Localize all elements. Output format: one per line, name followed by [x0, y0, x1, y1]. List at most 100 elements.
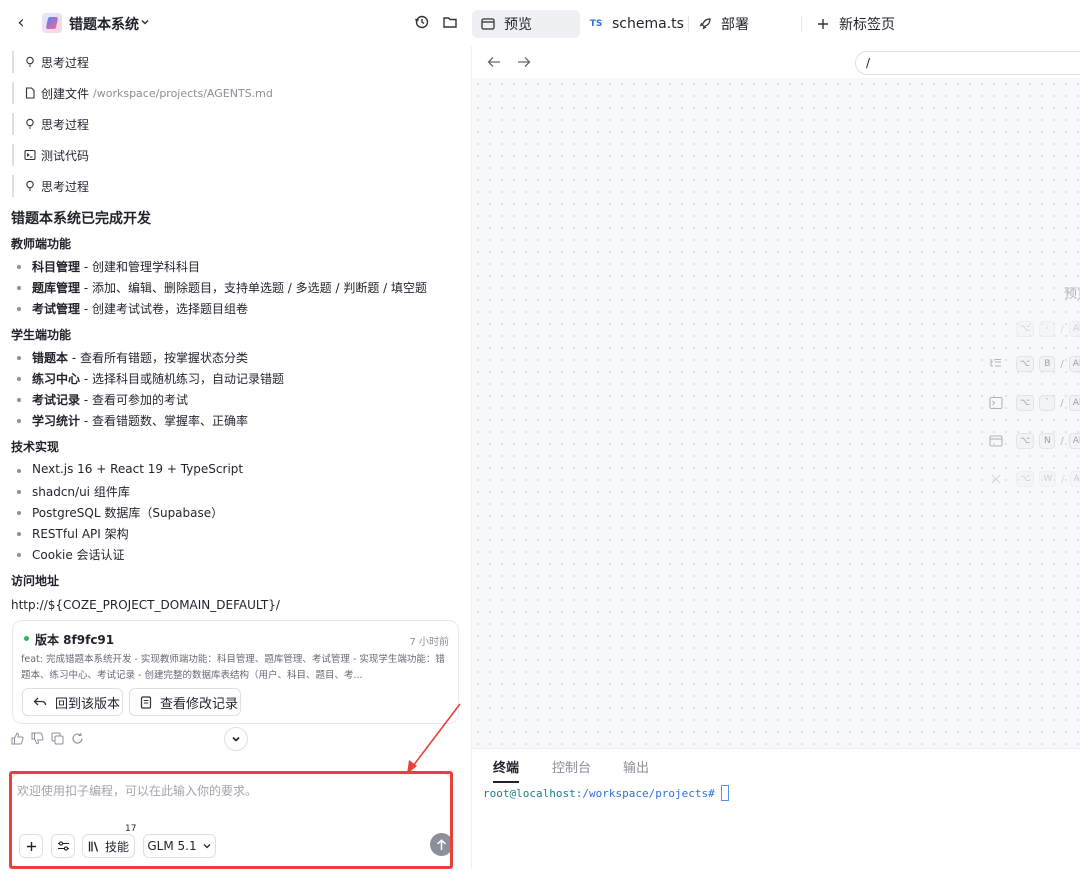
shortcut-row: ⌥B/Al [989, 356, 1080, 372]
preview-placeholder-label: 预览 [1064, 287, 1080, 302]
add-attachment-button[interactable] [19, 834, 43, 858]
section-heading: 技术实现 [11, 440, 60, 454]
lightbulb-icon [24, 180, 36, 192]
tab-console[interactable]: 控制台 [552, 757, 591, 776]
terminal-panel: 终端 控制台 输出 root@localhost:/workspace/proj… [472, 748, 1080, 869]
address-bar[interactable]: / [855, 51, 1080, 75]
plus-icon [26, 841, 36, 851]
list-item: 考试记录 - 查看可参加的考试 [17, 391, 188, 408]
feedback-row [11, 732, 85, 746]
settings-toggle-button[interactable] [51, 834, 75, 858]
folder-icon[interactable] [442, 14, 458, 30]
status-dot [24, 636, 29, 641]
terminal-icon [24, 149, 36, 161]
thumbs-up-icon[interactable] [11, 732, 25, 746]
step-thinking[interactable]: 思考过程 [12, 113, 89, 135]
step-thinking[interactable]: 思考过程 [12, 51, 89, 73]
preview-window-icon [480, 16, 496, 32]
section-heading: 教师端功能 [11, 237, 72, 251]
tab-label: 新标签页 [839, 17, 895, 33]
top-bar: ‹ 错题本系统 预览 TS schema.ts 部署 新标签页 [0, 0, 1080, 46]
terminal-prompt-line[interactable]: root@localhost:/workspace/projects# [483, 785, 729, 801]
nav-forward-button[interactable] [515, 53, 533, 71]
copy-icon[interactable] [51, 732, 65, 746]
sliders-icon [57, 841, 69, 851]
preview-canvas: 预览 ⌥·/Al ⌥B/Al ⌥`/Al ⌥N/Al ⌥W/Al [472, 78, 1080, 748]
tab-preview[interactable]: 预览 [472, 10, 580, 38]
lightbulb-icon [24, 118, 36, 130]
step-test-code[interactable]: 测试代码 [12, 144, 89, 166]
close-icon [989, 472, 1003, 486]
list-item: Cookie 会话认证 [17, 546, 125, 563]
model-select[interactable]: GLM 5.1 [143, 834, 216, 858]
version-description: feat: 完成错题本系统开发 - 实现教师端功能：科目管理、题库管理、考试管理… [21, 654, 445, 681]
chat-input[interactable] [17, 782, 447, 822]
tab-output[interactable]: 输出 [623, 757, 649, 776]
history-icon[interactable] [414, 14, 430, 30]
tab-schema[interactable]: TS schema.ts [588, 10, 684, 38]
list-item: shadcn/ui 组件库 [17, 483, 130, 500]
list-tree-icon [989, 357, 1003, 371]
pointer-icon [989, 322, 1003, 336]
app-logo [42, 13, 62, 33]
arrow-up-icon [436, 838, 447, 850]
scroll-to-bottom-button[interactable] [224, 727, 248, 751]
list-item: 科目管理 - 创建和管理学科科目 [17, 258, 200, 275]
tab-label: 预览 [504, 17, 532, 33]
skills-button[interactable]: 技能 [82, 834, 135, 858]
tab-new[interactable]: 新标签页 [815, 10, 895, 38]
section-heading: 访问地址 [11, 574, 60, 588]
list-item: 学习统计 - 查看错题数、掌握率、正确率 [17, 412, 248, 429]
list-item: PostgreSQL 数据库（Supabase） [17, 504, 223, 521]
step-file-path: /workspace/projects/AGENTS.md [93, 86, 273, 100]
chat-panel: 思考过程 创建文件 /workspace/projects/AGENTS.md … [0, 46, 467, 869]
back-chevron-icon[interactable]: ‹ [12, 12, 30, 34]
send-button[interactable] [430, 833, 453, 856]
window-icon [989, 434, 1003, 448]
version-time: 7 小时前 [409, 637, 449, 648]
lightbulb-icon [24, 56, 36, 68]
shortcut-row: ⌥`/Al [989, 395, 1080, 411]
preview-panel: / 预览 ⌥·/Al ⌥B/Al ⌥`/Al ⌥N/Al ⌥W/Al 终端 控制… [471, 46, 1080, 869]
file-icon [24, 87, 36, 99]
tab-terminal[interactable]: 终端 [493, 757, 520, 783]
terminal-icon [989, 396, 1003, 410]
list-item: 考试管理 - 创建考试试卷，选择题目组卷 [17, 300, 248, 317]
shortcut-row: ⌥N/Al [989, 433, 1080, 449]
terminal-cursor [720, 785, 729, 801]
list-item: 练习中心 - 选择科目或随机练习，自动记录错题 [17, 370, 284, 387]
tab-deploy[interactable]: 部署 [697, 10, 749, 38]
revert-version-button[interactable]: 回到该版本 [22, 688, 123, 716]
list-item: Next.js 16 + React 19 + TypeScript [17, 462, 243, 476]
list-item: 题库管理 - 添加、编辑、删除题目，支持单选题 / 多选题 / 判断题 / 填空… [17, 279, 427, 296]
document-icon [140, 695, 152, 709]
tab-label: schema.ts [612, 16, 684, 32]
chevron-down-icon[interactable] [140, 17, 150, 27]
app-title[interactable]: 错题本系统 [69, 14, 139, 34]
rocket-icon [697, 16, 713, 32]
thumbs-down-icon[interactable] [31, 732, 45, 746]
arrow-right-icon [518, 57, 531, 67]
shortcut-row: ⌥W/Al [989, 471, 1080, 487]
tab-divider [801, 16, 802, 32]
terminal-cwd: :/workspace/projects# [575, 786, 715, 800]
shortcut-row: ⌥·/Al [989, 321, 1080, 337]
chat-input-box: 17 技能 GLM 5.1 [10, 773, 453, 869]
plus-icon [815, 16, 831, 32]
chevron-down-icon [203, 844, 211, 849]
undo-arrow-icon [33, 696, 47, 708]
step-create-file[interactable]: 创建文件 /workspace/projects/AGENTS.md [12, 82, 273, 104]
list-item: 错题本 - 查看所有错题，按掌握状态分类 [17, 349, 248, 366]
step-thinking[interactable]: 思考过程 [12, 175, 89, 197]
message-title: 错题本系统已完成开发 [11, 211, 151, 227]
arrow-left-icon [487, 57, 500, 67]
access-url[interactable]: http://${COZE_PROJECT_DOMAIN_DEFAULT}/ [11, 598, 280, 612]
chevron-down-icon [232, 736, 240, 742]
refresh-icon[interactable] [71, 732, 85, 746]
view-changes-button[interactable]: 查看修改记录 [129, 688, 241, 716]
version-card: 版本 8f9fc91 7 小时前 feat: 完成错题本系统开发 - 实现教师端… [12, 620, 459, 724]
books-icon [88, 841, 99, 852]
nav-back-button[interactable] [485, 53, 503, 71]
browser-nav-bar: / [472, 46, 1080, 78]
terminal-user-host: root@localhost [483, 786, 576, 800]
